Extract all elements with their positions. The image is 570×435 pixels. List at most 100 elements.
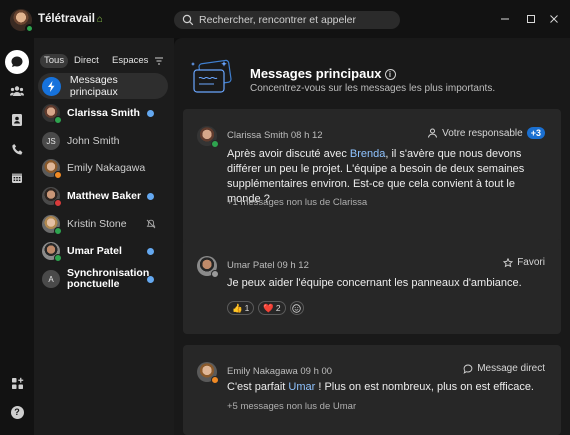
page-subtitle: Concentrez-vous sur les messages les plu… (250, 83, 496, 94)
avatar: JS (42, 132, 60, 150)
home-icon: ⌂ (96, 14, 103, 25)
filter-icon[interactable] (154, 56, 164, 66)
message-meta: Emily Nakagawa 09 h 00 (227, 366, 333, 377)
navigation-rail: ? (0, 38, 34, 435)
message-meta: Clarissa Smith 08 h 12 (227, 130, 323, 141)
messaging-icon (11, 56, 23, 67)
search-input[interactable]: Rechercher, rencontrer et appeler (174, 11, 400, 29)
teams-icon (10, 86, 24, 96)
rail-messaging-button[interactable] (5, 50, 29, 74)
conversation-item-matthew-baker[interactable]: Matthew Baker (38, 183, 168, 209)
avatar (42, 159, 62, 179)
conversation-name: Emily Nakagawa (67, 161, 146, 174)
mention-link[interactable]: Brenda (350, 148, 385, 160)
message-tag: Message direct (463, 363, 545, 374)
chat-bubble-icon (463, 364, 473, 374)
unread-more-link[interactable]: +5 messages non lus de Umar (227, 401, 356, 412)
avatar (42, 187, 62, 207)
avatar (197, 126, 219, 148)
message-text: Je peux aider l'équipe concernant les pa… (227, 277, 522, 289)
conversation-name: Kristin Stone (67, 217, 127, 230)
reactions-bar: 👍 1 ❤️ 2 (227, 301, 304, 315)
presence-away-icon (54, 171, 62, 179)
conversation-item-kristin-stone[interactable]: Kristin Stone (38, 211, 168, 237)
mention-link[interactable]: Umar (288, 381, 315, 393)
rail-apps-button[interactable] (5, 371, 29, 395)
status-text[interactable]: Télétravail ⌂ (38, 13, 103, 25)
title-bar: Télétravail ⌂ Rechercher, rencontrer et a… (0, 0, 570, 38)
conversation-item-umar-patel[interactable]: Umar Patel (38, 238, 168, 264)
rail-calling-button[interactable] (5, 137, 29, 161)
conversation-name: Synchronisation ponctuelle (67, 267, 150, 290)
reaction-heart[interactable]: ❤️ 2 (258, 301, 286, 315)
filter-spaces[interactable]: Espaces (108, 54, 152, 68)
smiley-icon (292, 303, 301, 313)
contacts-icon (12, 114, 22, 126)
close-icon (550, 15, 558, 23)
message-meta: Umar Patel 09 h 12 (227, 260, 309, 271)
calling-icon (11, 143, 22, 155)
thumbs-up-icon: 👍 (232, 302, 243, 313)
presence-available-icon (54, 116, 62, 124)
manager-icon (428, 128, 438, 138)
reaction-thumbs-up[interactable]: 👍 1 (227, 301, 255, 315)
maximize-icon (527, 15, 535, 23)
avatar (42, 215, 62, 235)
presence-available-icon (54, 254, 62, 262)
filter-direct[interactable]: Direct (70, 54, 103, 68)
avatar (197, 256, 219, 278)
rail-help-button[interactable]: ? (5, 400, 29, 424)
conversation-sidebar: Tous Direct Espaces Messages principaux … (34, 38, 174, 435)
page-title: Messages principaux i (250, 66, 396, 81)
rail-calendar-button[interactable] (5, 166, 29, 190)
conversation-item-emily-nakagawa[interactable]: Emily Nakagawa (38, 155, 168, 181)
minimize-button[interactable] (497, 11, 513, 27)
my-avatar[interactable] (10, 9, 34, 33)
message-card[interactable]: Clarissa Smith 08 h 12 Votre responsable… (183, 109, 561, 254)
info-icon[interactable]: i (384, 69, 396, 80)
star-icon (503, 257, 514, 267)
message-card[interactable]: Emily Nakagawa 09 h 00 Message direct C'… (183, 345, 561, 435)
conversation-item-clarissa-smith[interactable]: Clarissa Smith (38, 100, 168, 126)
rail-teams-button[interactable] (5, 79, 29, 103)
calendar-icon (12, 173, 22, 183)
unread-dot-icon (147, 248, 154, 255)
presence-away-icon (211, 376, 219, 384)
main-panel: Messages principaux i Concentrez-vous sur… (174, 38, 570, 435)
message-tag: Favori (503, 257, 545, 268)
filter-bar: Tous Direct Espaces (40, 54, 170, 68)
maximize-button[interactable] (523, 11, 539, 27)
message-text: C'est parfait Umar ! Plus on est nombreu… (227, 381, 534, 393)
muted-bell-icon (146, 219, 156, 229)
unread-dot-icon (147, 276, 154, 283)
heart-icon: ❤️ (263, 302, 274, 313)
conversation-name: Clarissa Smith (67, 106, 140, 119)
message-card[interactable]: Umar Patel 09 h 12 Favori Je peux aider … (183, 239, 561, 334)
conversation-item-john-smith[interactable]: JS John Smith (38, 128, 168, 154)
message-tag: Votre responsable +3 (427, 127, 545, 139)
conversation-item-sync[interactable]: A Synchronisation ponctuelle (38, 266, 168, 292)
avatar (197, 362, 219, 384)
main-messages-label: Messages principaux (69, 74, 118, 98)
avatar (42, 242, 62, 262)
search-icon (182, 14, 194, 26)
conversation-name: Matthew Baker (67, 189, 142, 202)
close-button[interactable] (546, 11, 562, 27)
rail-contacts-button[interactable] (5, 108, 29, 132)
add-reaction-button[interactable] (289, 301, 304, 315)
apps-icon (11, 377, 23, 389)
presence-available-icon (211, 140, 219, 148)
minimize-icon (501, 18, 509, 20)
presence-busy-icon (54, 199, 62, 207)
presence-available-icon (54, 227, 62, 235)
lightning-icon (42, 76, 61, 96)
unread-more-link[interactable]: +1 messages non lus de Clarissa (227, 197, 367, 208)
help-icon: ? (10, 405, 24, 419)
main-messages-item[interactable]: Messages principaux (38, 73, 168, 99)
unread-dot-icon (147, 193, 154, 200)
avatar: A (42, 270, 60, 288)
filter-all[interactable]: Tous (40, 54, 69, 68)
count-badge: +3 (526, 127, 545, 139)
presence-available-icon (25, 24, 34, 33)
avatar (42, 104, 62, 124)
